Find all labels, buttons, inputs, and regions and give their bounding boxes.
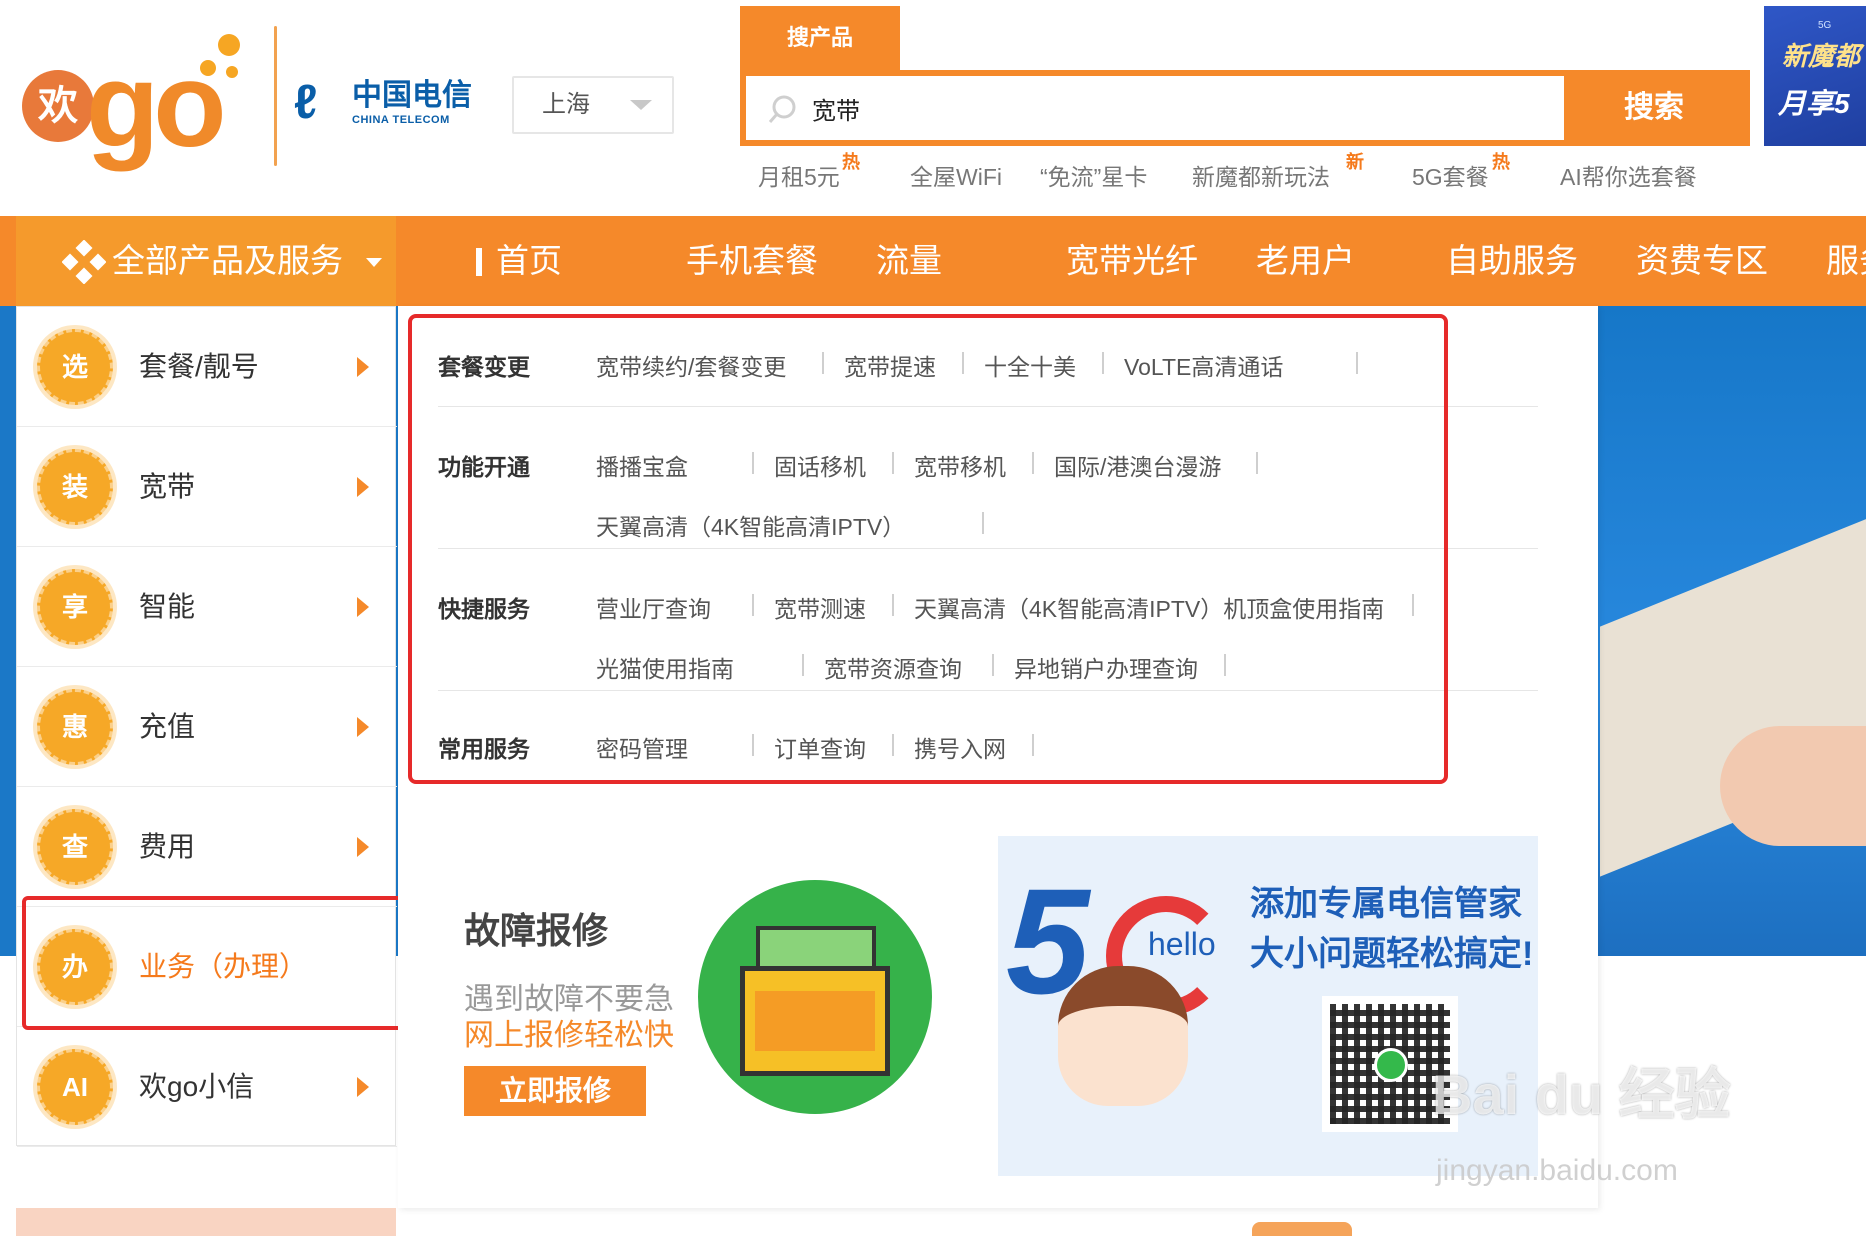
all-products-label: 全部产品及服务 (112, 242, 343, 279)
chevron-right-icon (357, 597, 369, 617)
category-label: 欢go小信 (139, 1071, 255, 1102)
main-nav: 全部产品及服务 首页 手机套餐 流量 宽带光纤 老用户 自助服务 资费专区 服务 (0, 216, 1866, 306)
header: 欢 go ℓ 中国电信 CHINA TELECOM 上海 搜产品 搜索 月租5元… (0, 0, 1866, 216)
city-label: 上海 (542, 91, 590, 118)
chevron-right-icon (357, 357, 369, 377)
category-badge: 查 (37, 809, 113, 885)
nav-item-home[interactable]: 首页 (496, 216, 562, 306)
nav-item-self-service[interactable]: 自助服务 (1446, 216, 1578, 306)
hot-link[interactable]: 月租5元 (758, 158, 840, 192)
assistant-avatar (1058, 966, 1188, 1106)
nav-item-existing-users[interactable]: 老用户 (1256, 216, 1355, 306)
promo-tag: 5G (1818, 20, 1832, 31)
hello-text: hello (1148, 926, 1216, 962)
nav-item-broadband[interactable]: 宽带光纤 (1066, 216, 1198, 306)
chevron-right-icon (357, 1077, 369, 1097)
logo-go-text: go (86, 38, 227, 172)
category-badge: 选 (37, 329, 113, 405)
toolbox-body-icon (740, 966, 890, 1076)
carrier-name-cn: 中国电信 (352, 79, 472, 112)
search-input[interactable] (812, 76, 1552, 140)
nav-item-mobile-plans[interactable]: 手机套餐 (686, 216, 818, 306)
huango-logo[interactable]: 欢 go (22, 20, 272, 170)
report-repair-button[interactable]: 立即报修 (464, 1066, 646, 1116)
wechat-icon (1374, 1048, 1408, 1082)
chevron-right-icon (357, 717, 369, 737)
watermark-logo: Bai du 经验 (1432, 1063, 1731, 1126)
banner-image-hand (1720, 726, 1866, 846)
nav-item-service[interactable]: 服务 (1826, 216, 1866, 306)
chevron-right-icon (357, 477, 369, 497)
watermark-url: jingyan.baidu.com (1436, 1154, 1678, 1187)
category-label: 充值 (139, 711, 196, 742)
category-label: 宽带 (139, 471, 196, 502)
category-grid-icon (62, 240, 106, 284)
category-item-ai-assistant[interactable]: AI 欢go小信 (17, 1027, 397, 1147)
logo-circle: 欢 (22, 70, 94, 142)
nav-item-data[interactable]: 流量 (876, 216, 942, 306)
hot-link[interactable]: “免流”星卡 (1040, 158, 1147, 192)
repair-title: 故障报修 (464, 910, 609, 951)
category-label: 套餐/靓号 (139, 351, 259, 382)
search-box: 搜索 (740, 70, 1750, 146)
chevron-down-icon (366, 258, 382, 267)
hot-link[interactable]: 全屋WiFi (910, 158, 1002, 192)
category-badge: 惠 (37, 689, 113, 765)
nav-active-indicator (476, 248, 482, 276)
category-item-plans[interactable]: 选 套餐/靓号 (17, 307, 397, 427)
nav-item-tariffs[interactable]: 资费专区 (1636, 216, 1768, 306)
search-icon (768, 95, 796, 123)
hot-link[interactable]: AI帮你选套餐 (1560, 158, 1697, 192)
logo-dot (226, 66, 238, 78)
search-button[interactable]: 搜索 (1564, 76, 1744, 140)
helper-subheadline: 大小问题轻松搞定! (1250, 935, 1534, 973)
category-item-smart[interactable]: 享 智能 (17, 547, 397, 667)
new-badge: 新 (1346, 152, 1364, 172)
repair-subtitle-highlight: 网上报修轻松快 (464, 1019, 674, 1052)
carrier-name-en: CHINA TELECOM (352, 114, 450, 126)
logo-divider (274, 26, 277, 166)
logo-dot (200, 60, 216, 76)
chevron-down-icon (630, 100, 652, 110)
hot-badge: 热 (842, 152, 860, 172)
annotation-highlight-dropdown (408, 314, 1448, 784)
hot-links: 月租5元 热 全屋WiFi “免流”星卡 新魔都新玩法 新 5G套餐 热 AI帮… (758, 152, 1738, 196)
repair-promo[interactable]: 故障报修 遇到故障不要急 网上报修轻松快 立即报修 (438, 866, 932, 1166)
category-item-recharge[interactable]: 惠 充值 (17, 667, 397, 787)
logo-dot (218, 34, 240, 56)
category-item-fees[interactable]: 查 费用 (17, 787, 397, 907)
category-badge: 装 (37, 449, 113, 525)
hot-link[interactable]: 新魔都新玩法 (1192, 158, 1330, 192)
hot-link[interactable]: 5G套餐 (1412, 158, 1489, 192)
category-label: 费用 (139, 831, 196, 862)
helper-headline: 添加专属电信管家 (1250, 885, 1522, 923)
tools-icon (756, 926, 876, 970)
telecom-icon: ℓ (294, 76, 318, 129)
category-label: 智能 (139, 591, 196, 622)
promo-corner-banner[interactable]: 5G 新魔都 月享5 (1764, 6, 1866, 146)
bottom-tag (1252, 1222, 1352, 1236)
hot-badge: 热 (1492, 152, 1510, 172)
category-badge: 享 (37, 569, 113, 645)
search-tab-products[interactable]: 搜产品 (740, 6, 900, 72)
promo-line2: 月享5 (1778, 88, 1850, 119)
annotation-highlight-menu (22, 896, 430, 1030)
bottom-banner-edge (16, 1208, 396, 1236)
chevron-right-icon (357, 837, 369, 857)
all-products-button[interactable]: 全部产品及服务 (16, 216, 396, 306)
category-badge: AI (37, 1049, 113, 1125)
category-item-broadband[interactable]: 装 宽带 (17, 427, 397, 547)
city-selector[interactable]: 上海 (512, 76, 674, 134)
search-input-wrap (746, 76, 1570, 140)
promo-line1: 新魔都 (1782, 41, 1861, 71)
